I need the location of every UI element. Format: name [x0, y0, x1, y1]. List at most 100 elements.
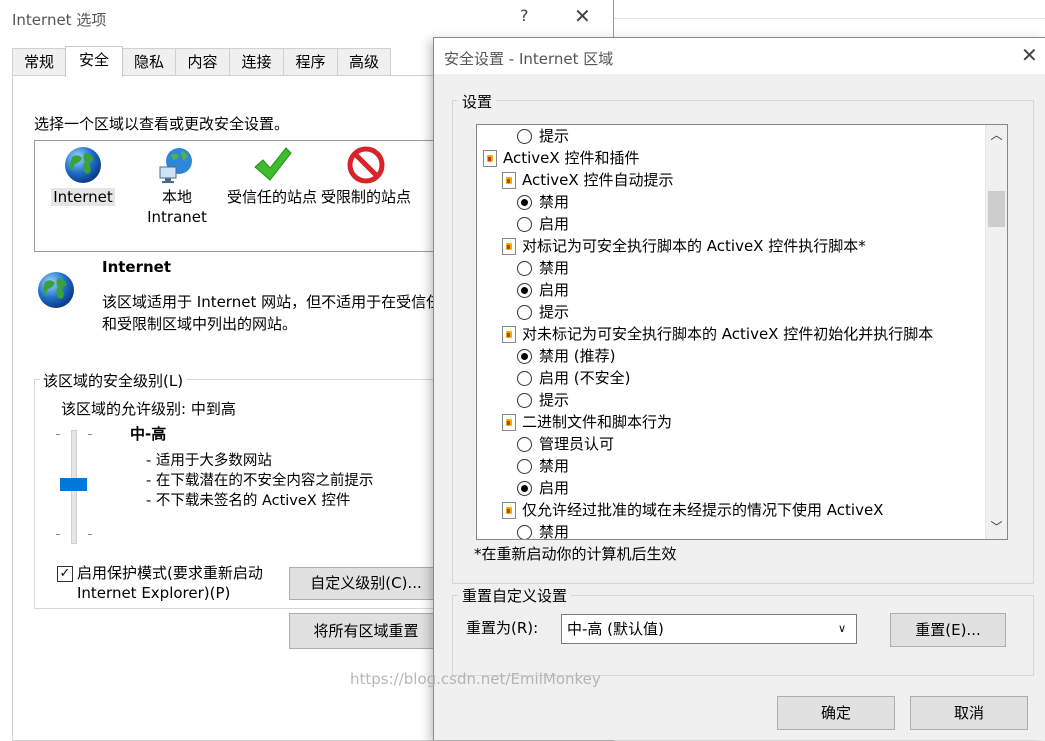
checkmark-icon: [254, 147, 292, 181]
protected-mode-label: 启用保护模式(要求重新启动 Internet Explorer)(P): [77, 563, 263, 603]
globe-icon: [65, 147, 101, 183]
help-icon[interactable]: ?: [520, 6, 529, 25]
zone-list: Internet 本地 Intranet 受信任的站点 受限制的站点: [34, 140, 456, 252]
setting-item-label: 对未标记为可安全执行脚本的 ActiveX 控件初始化并执行脚本: [522, 325, 934, 343]
setting-option-label: 启用: [539, 215, 570, 233]
zone-trusted-sites[interactable]: 受信任的站点: [225, 145, 319, 207]
radio-unselected[interactable]: [517, 393, 532, 408]
zone-restricted-label: 受限制的站点: [320, 188, 411, 206]
tab-content[interactable]: 内容: [175, 48, 230, 75]
settings-page-icon: [502, 326, 516, 343]
settings-page-icon: [502, 238, 516, 255]
reset-level-select[interactable]: 中-高 (默认值) ∨: [561, 614, 857, 644]
reset-all-zones-button[interactable]: 将所有区域重置: [289, 613, 443, 649]
intranet-icon: [159, 148, 192, 183]
setting-option-label: 禁用: [539, 523, 570, 540]
settings-page-icon: [502, 414, 516, 431]
settings-page-icon: [502, 502, 516, 519]
chevron-down-icon: ∨: [838, 622, 847, 635]
reset-to-label: 重置为(R):: [466, 619, 539, 637]
zone-description-line: 该区域适用于 Internet 网站，但不适用于在受信任: [102, 293, 442, 311]
setting-item-label: ActiveX 控件自动提示: [522, 171, 674, 189]
level-description-item: - 不下载未签名的 ActiveX 控件: [146, 493, 351, 509]
zone-trusted-label: 受信任的站点: [226, 188, 317, 206]
radio-selected[interactable]: [517, 195, 532, 210]
ok-button[interactable]: 确定: [777, 696, 895, 730]
allowed-level-text: 该区域的允许级别: 中到高: [61, 400, 236, 418]
settings-legend: 设置: [458, 91, 497, 112]
scroll-thumb[interactable]: [988, 191, 1005, 227]
reset-legend: 重置自定义设置: [458, 585, 572, 606]
setting-option-label: 管理员认可: [539, 435, 615, 453]
zone-restricted-sites[interactable]: 受限制的站点: [319, 145, 413, 207]
dialog-title: 安全设置 - Internet 区域: [444, 50, 614, 68]
radio-unselected[interactable]: [517, 217, 532, 232]
globe-icon: [38, 272, 74, 308]
level-name: 中-高: [130, 425, 167, 443]
tab-general[interactable]: 常规: [12, 48, 66, 75]
radio-unselected[interactable]: [517, 371, 532, 386]
dialog-titlebar: 安全设置 - Internet 区域 ✕: [434, 38, 1045, 74]
setting-category-label: ActiveX 控件和插件: [503, 149, 640, 167]
zone-title: Internet: [102, 258, 172, 276]
zone-internet-label: Internet: [51, 188, 115, 206]
slider-tick: [56, 534, 60, 535]
radio-unselected[interactable]: [517, 437, 532, 452]
setting-option-label: 提示: [539, 127, 570, 145]
protected-mode-label-line: Internet Explorer)(P): [77, 584, 231, 602]
zone-local-intranet[interactable]: 本地 Intranet: [139, 145, 215, 227]
radio-selected[interactable]: [517, 283, 532, 298]
level-description: - 适用于大多数网站 - 在下载潜在的不安全内容之前提示 - 不下载未签名的 A…: [146, 451, 373, 511]
setting-option-label: 禁用: [539, 457, 570, 475]
tab-connections[interactable]: 连接: [229, 48, 284, 75]
settings-tree: 提示 ActiveX 控件和插件 ActiveX 控件自动提示 禁用 启用 对标记为可安全…: [476, 124, 1008, 540]
scroll-up-icon[interactable]: ︿: [986, 125, 1007, 145]
radio-unselected[interactable]: [517, 525, 532, 539]
setting-option-label: 启用: [539, 479, 570, 497]
setting-option-label: 禁用 (推荐): [539, 347, 616, 365]
setting-option-label: 提示: [539, 303, 570, 321]
radio-selected[interactable]: [517, 481, 532, 496]
tab-security[interactable]: 安全: [65, 46, 123, 77]
zone-intranet-label: 本地 Intranet: [147, 188, 207, 226]
setting-item-label: 对标记为可安全执行脚本的 ActiveX 控件执行脚本*: [522, 237, 866, 255]
slider-tick: [56, 434, 60, 435]
watermark: https://blog.csdn.net/EmilMonkey: [350, 670, 601, 688]
custom-level-button[interactable]: 自定义级别(C)...: [289, 567, 443, 600]
protected-mode-checkbox[interactable]: ✓: [57, 566, 73, 582]
setting-option-label: 提示: [539, 391, 570, 409]
tab-advanced[interactable]: 高级: [337, 48, 391, 75]
cancel-button[interactable]: 取消: [910, 696, 1028, 730]
window-title: Internet 选项: [12, 11, 107, 29]
slider-tick: [88, 534, 92, 535]
protected-mode-label-line: 启用保护模式(要求重新启动: [77, 564, 263, 582]
close-icon[interactable]: ✕: [574, 4, 591, 28]
setting-option-label: 启用: [539, 281, 570, 299]
tree-scrollbar[interactable]: ︿ ﹀: [985, 125, 1007, 539]
radio-unselected[interactable]: [517, 261, 532, 276]
level-description-item: - 适用于大多数网站: [146, 453, 272, 469]
radio-unselected[interactable]: [517, 129, 532, 144]
zone-prompt: 选择一个区域以查看或更改安全设置。: [34, 115, 290, 133]
tab-programs[interactable]: 程序: [283, 48, 338, 75]
zone-description: 该区域适用于 Internet 网站，但不适用于在受信任 和受限制区域中列出的网…: [102, 291, 442, 335]
level-description-item: - 在下载潜在的不安全内容之前提示: [146, 473, 374, 489]
radio-unselected[interactable]: [517, 459, 532, 474]
radio-selected[interactable]: [517, 349, 532, 364]
radio-unselected[interactable]: [517, 305, 532, 320]
scroll-down-icon[interactable]: ﹀: [986, 517, 1007, 537]
settings-page-icon: [483, 150, 497, 167]
zone-internet[interactable]: Internet: [51, 145, 115, 207]
security-level-legend: 该区域的安全级别(L): [40, 370, 187, 391]
tab-privacy[interactable]: 隐私: [122, 48, 176, 75]
setting-item-label: 仅允许经过批准的域在未经提示的情况下使用 ActiveX: [522, 501, 884, 519]
close-icon[interactable]: ✕: [1021, 43, 1038, 67]
security-settings-dialog: 安全设置 - Internet 区域 ✕ 设置 提示 ActiveX 控件和插件 A…: [433, 37, 1045, 740]
restart-note: *在重新启动你的计算机后生效: [474, 545, 677, 563]
setting-option-label: 禁用: [539, 259, 570, 277]
setting-option-label: 启用 (不安全): [539, 369, 631, 387]
settings-page-icon: [502, 172, 516, 189]
reset-button[interactable]: 重置(E)...: [890, 613, 1006, 647]
slider-thumb[interactable]: [60, 478, 87, 491]
setting-option-label: 禁用: [539, 193, 570, 211]
